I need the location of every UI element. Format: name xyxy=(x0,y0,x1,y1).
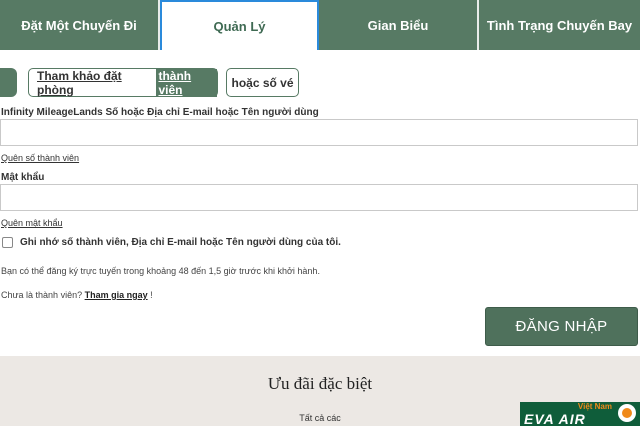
tab-manage[interactable]: Quản Lý xyxy=(160,0,319,50)
checkin-info-text: Bạn có thể đăng ký trực tuyến trong khoả… xyxy=(1,266,320,276)
special-offers-title: Ưu đãi đặc biệt xyxy=(267,374,373,393)
password-input[interactable] xyxy=(0,184,638,211)
ticket-number-option[interactable]: hoặc số vé xyxy=(226,68,299,97)
join-prompt: Chưa là thành viên? Tham gia ngay ! xyxy=(1,290,153,300)
remember-me-row: Ghi nhớ số thành viên, Địa chỉ E-mail ho… xyxy=(2,237,341,248)
join-now-link[interactable]: Tham gia ngay xyxy=(85,290,148,300)
logo-brand-text: EVA AIR xyxy=(524,411,586,426)
remember-me-label[interactable]: Ghi nhớ số thành viên, Địa chỉ E-mail ho… xyxy=(20,237,341,248)
logo-badge-icon xyxy=(618,404,636,422)
forgot-password-link[interactable]: Quên mật khẩu xyxy=(1,218,63,228)
ticket-number-label: hoặc số vé xyxy=(231,75,294,90)
tab-book-trip[interactable]: Đặt Một Chuyến Đi xyxy=(0,0,160,50)
join-prompt-text: Chưa là thành viên? xyxy=(1,290,83,300)
booking-reference-option[interactable]: Tham khảo đặt phòng thành viên xyxy=(28,68,218,97)
login-button[interactable]: ĐĂNG NHẬP xyxy=(485,307,638,346)
member-id-input[interactable] xyxy=(0,119,638,146)
logo-region-text: Việt Nam xyxy=(577,402,612,411)
member-id-label: Infinity MileageLands Số hoặc Địa chỉ E-… xyxy=(1,107,319,118)
forgot-member-link[interactable]: Quên số thành viên xyxy=(1,153,79,163)
booking-reference-label: Tham khảo đặt phòng xyxy=(37,68,122,97)
password-label: Mật khẩu xyxy=(1,172,45,183)
member-highlight-label: thành viên xyxy=(156,68,217,97)
tab-flight-status[interactable]: Tình Trạng Chuyến Bay xyxy=(479,0,640,50)
eva-air-logo: Việt Nam EVA AIR xyxy=(520,402,640,426)
remember-me-checkbox[interactable] xyxy=(2,237,13,248)
tab-timetable[interactable]: Gian Biểu xyxy=(319,0,479,50)
lookup-toggle-selected[interactable] xyxy=(0,68,17,97)
join-suffix: ! xyxy=(150,290,153,300)
main-nav-tabs: Đặt Một Chuyến Đi Quản Lý Gian Biểu Tình… xyxy=(0,0,640,50)
